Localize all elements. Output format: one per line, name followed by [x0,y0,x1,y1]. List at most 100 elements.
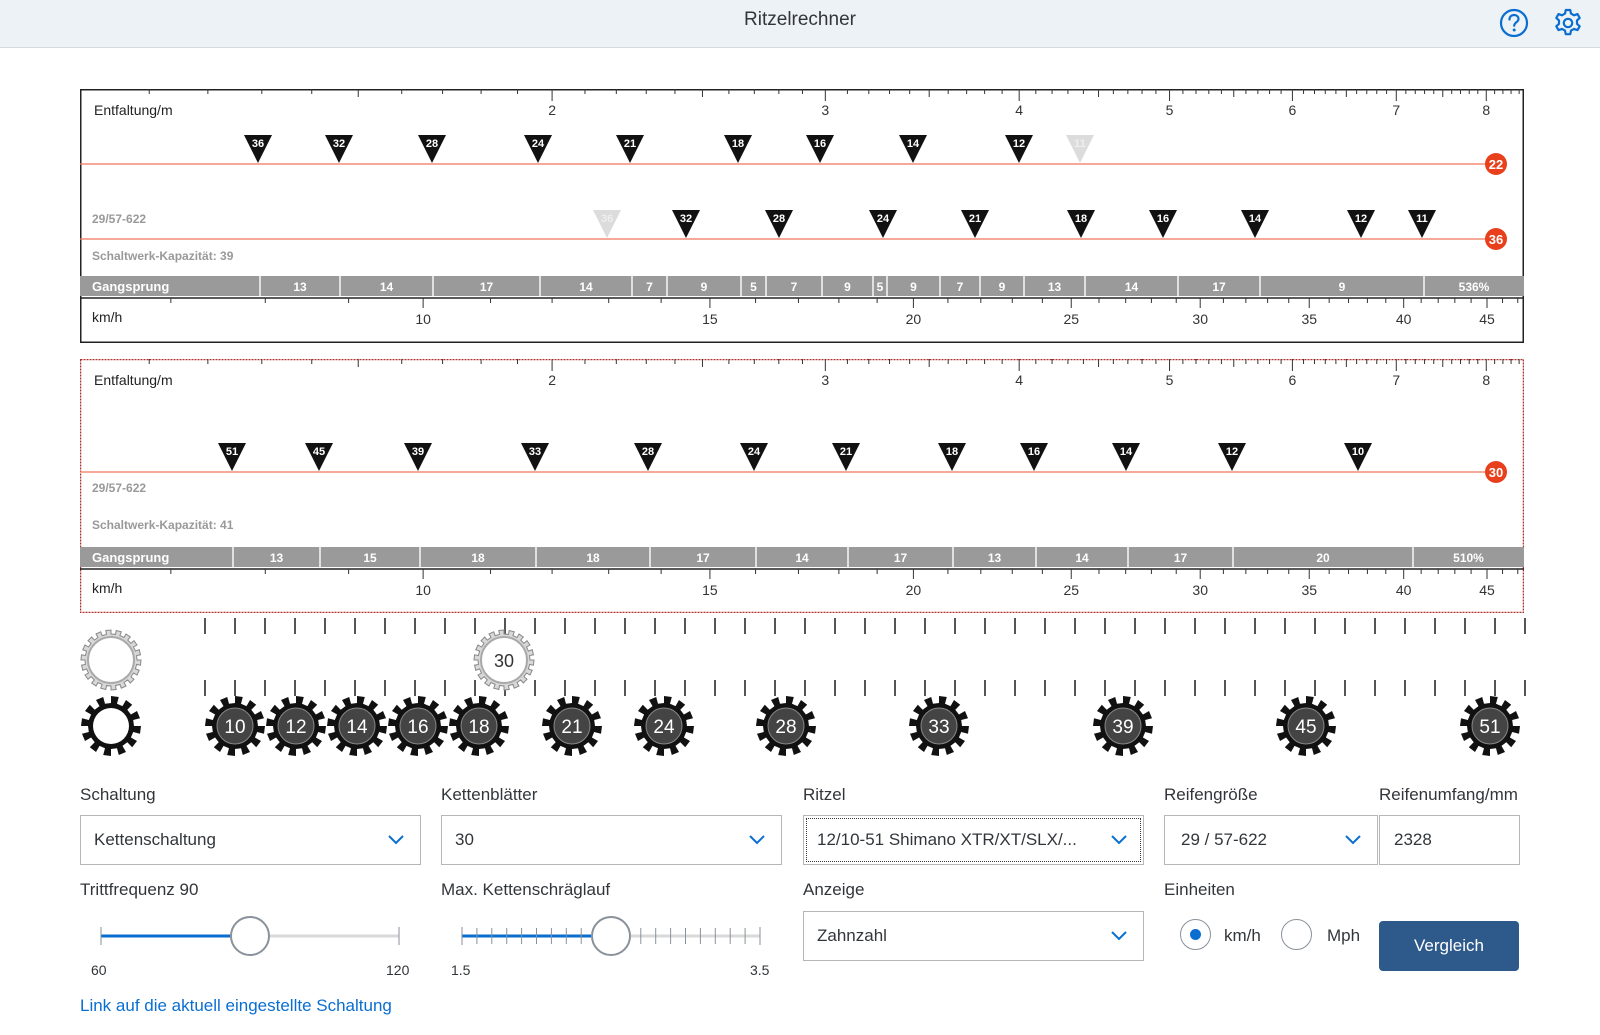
capacity-label: Schaltwerk-Kapazität: 39 [92,249,234,263]
gangsprung-value: 17 [1212,280,1226,294]
gangsprung-value: 18 [471,551,485,565]
sprocket-marker-label: 16 [1028,446,1040,458]
chevron-down-icon [388,835,404,845]
anzeige-label: Anzeige [803,880,865,899]
top-scale-label: 3 [821,372,829,388]
sprocket-marker-label: 12 [1355,213,1367,225]
einheiten-label: Einheiten [1164,880,1235,899]
kettenschraeglauf-label: Max. Kettenschräglauf [441,880,611,899]
sprocket-marker-label: 24 [877,213,890,225]
gear-visualization: 30 10 12 14 16 18 21 24 28 33 39 45 51 [80,618,1526,756]
top-scale-label: 4 [1015,372,1023,388]
bottom-scale-label: 45 [1479,582,1495,598]
sprocket-marker-label: 14 [1120,446,1133,458]
bottom-scale-label: 10 [415,582,431,598]
selected-chainring-icon: 30 [473,629,535,691]
top-scale-label: 8 [1482,372,1490,388]
chainring-teeth-label: 30 [494,651,514,671]
gangsprung-value: 9 [999,280,1006,294]
kettenblaetter-value: 30 [455,830,474,849]
bottom-scale-label: 35 [1301,311,1317,327]
trittfrequenz-slider[interactable] [80,908,420,964]
gangsprung-value: 13 [293,280,307,294]
sprocket-marker-label: 18 [946,446,958,458]
gangsprung-value: 20 [1316,551,1330,565]
current-gearing-link[interactable]: Link auf die aktuell eingestellte Schalt… [80,996,392,1016]
top-scale-label: 8 [1482,102,1490,118]
cassette-sprocket-label: 10 [224,717,245,738]
chevron-down-icon [1111,835,1127,845]
reifengroesse-label: Reifengröße [1164,785,1258,804]
compare-button[interactable]: Vergleich [1379,921,1519,971]
top-scale-label: 6 [1289,102,1297,118]
gangsprung-value: 14 [380,280,394,294]
sprocket-marker-label: 14 [1249,213,1262,225]
sprocket-marker-label: 32 [680,213,692,225]
cassette-sprocket-label: 45 [1295,717,1316,738]
gangsprung-value: 17 [1174,551,1188,565]
cassette-sprocket-label: 24 [653,717,675,738]
radio-mph-label[interactable]: Mph [1327,926,1360,946]
gear-icon[interactable] [1551,6,1585,40]
sprocket-marker-label: 12 [1013,138,1025,150]
top-scale-label: 3 [821,102,829,118]
bottom-scale-title: km/h [92,580,122,596]
shell-header: Ritzelrechner [0,0,1600,48]
chainring-badge-label: 30 [1489,465,1503,480]
gangsprung-value: 7 [957,280,964,294]
kettenschraeglauf-slider[interactable] [441,908,781,964]
bottom-scale-label: 25 [1063,311,1079,327]
gangsprung-label: Gangsprung [92,279,169,294]
reifengroesse-value: 29 / 57-622 [1181,830,1268,849]
gangsprung-value: 14 [1125,280,1139,294]
bottom-scale-label: 25 [1063,582,1079,598]
gangsprung-value: 9 [844,280,851,294]
gangsprung-total: 536% [1459,280,1490,294]
rear-derailleur-gear-hub [93,708,129,744]
anzeige-select[interactable]: Zahnzahl [803,911,1144,961]
bottom-scale-title: km/h [92,309,122,325]
sprocket-marker-label: 21 [840,446,852,458]
reifenumfang-input[interactable]: 2328 [1379,815,1520,865]
gangsprung-value: 14 [579,280,593,294]
schaltung-value: Kettenschaltung [94,830,216,849]
cassette-sprocket-label: 21 [561,717,582,738]
chevron-down-icon [1111,931,1127,941]
gear-chart-2[interactable]: 2 3 4 5 6 7 8 Entfaltung/m 30 51 45 39 33 28 24 21 18 16 1… [80,359,1524,613]
schaltung-select[interactable]: Kettenschaltung [80,815,421,865]
radio-kmh[interactable] [1180,919,1211,950]
bottom-scale-label: 40 [1396,582,1412,598]
radio-mph[interactable] [1281,919,1312,950]
ritzel-select[interactable]: 12/10-51 Shimano XTR/XT/SLX/... [803,815,1144,865]
sprocket-marker-label: 11 [1074,138,1086,150]
bottom-scale-label: 20 [906,582,922,598]
sprocket-marker-label: 21 [624,138,636,150]
front-chainring-icon [80,629,142,691]
top-scale-label: 5 [1166,372,1174,388]
kettenblaetter-select[interactable]: 30 [441,815,782,865]
top-scale-label: 2 [548,102,556,118]
cassette-sprocket-label: 12 [285,717,306,738]
reifenumfang-label: Reifenumfang/mm [1379,785,1518,804]
reifengroesse-select[interactable]: 29 / 57-622 [1164,815,1378,865]
sprocket-marker-label: 11 [1416,213,1428,225]
help-circle-icon[interactable] [1497,6,1531,40]
sprocket-marker-label: 51 [226,446,238,458]
schaltung-label: Schaltung [80,785,156,804]
sprocket-marker-label: 24 [748,446,761,458]
gangsprung-value: 13 [270,551,284,565]
top-scale-label: 6 [1289,372,1297,388]
gangsprung-value: 15 [363,551,377,565]
trittfrequenz-label: Trittfrequenz 90 [80,880,199,899]
top-scale-label: 2 [548,372,556,388]
gangsprung-value: 7 [791,280,798,294]
chart-frame [80,359,1524,613]
cassette-sprocket-label: 33 [928,717,949,738]
ritzel-label: Ritzel [803,785,846,804]
anzeige-value: Zahnzahl [817,926,887,945]
bottom-scale-label: 20 [906,311,922,327]
sprocket-marker-label: 36 [601,213,613,225]
radio-kmh-label[interactable]: km/h [1224,926,1261,946]
bottom-scale-label: 35 [1301,582,1317,598]
gangsprung-value: 5 [750,280,757,294]
